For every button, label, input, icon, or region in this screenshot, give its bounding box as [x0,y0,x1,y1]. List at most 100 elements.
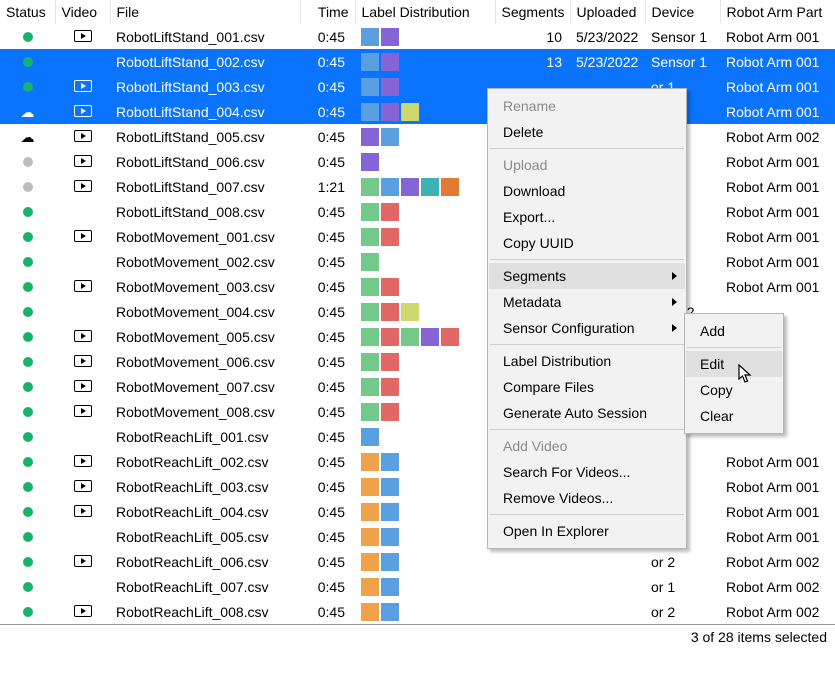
col-header-device[interactable]: Device [645,0,720,24]
play-video-icon[interactable] [74,480,92,492]
cell-time: 0:45 [300,149,355,174]
cell-status [0,549,55,574]
table-row[interactable]: RobotMovement_001.csv0:45or 1Robot Arm 0… [0,224,835,249]
cell-time: 0:45 [300,374,355,399]
status-ok-icon [23,332,33,342]
col-header-part[interactable]: Robot Arm Part [720,0,835,24]
cell-time: 0:45 [300,224,355,249]
table-row[interactable]: RobotReachLift_008.csv0:45or 2Robot Arm … [0,599,835,624]
table-row[interactable]: RobotReachLift_002.csv0:45or 4Robot Arm … [0,449,835,474]
col-header-labels[interactable]: Label Distribution [355,0,495,24]
sub-clear[interactable]: Clear [686,403,782,429]
ctx-sep [490,259,684,260]
play-video-icon[interactable] [74,30,92,42]
play-video-icon[interactable] [74,130,92,142]
cell-part: Robot Arm 001 [720,74,835,99]
context-menu[interactable]: Rename Delete Upload Download Export... … [487,88,687,549]
status-ok-icon [23,82,33,92]
segments-submenu[interactable]: Add Edit Copy Clear [684,313,784,434]
label-swatch [381,378,399,396]
ctx-segments[interactable]: Segments [489,263,685,289]
ctx-download[interactable]: Download [489,178,685,204]
table-row[interactable]: RobotMovement_003.csv0:45or 1Robot Arm 0… [0,274,835,299]
ctx-export[interactable]: Export... [489,204,685,230]
col-header-segments[interactable]: Segments [495,0,570,24]
table-row[interactable]: RobotLiftStand_008.csv0:45or 4Robot Arm … [0,199,835,224]
ctx-metadata[interactable]: Metadata [489,289,685,315]
cell-part: Robot Arm 001 [720,499,835,524]
ctx-rename[interactable]: Rename [489,93,685,119]
col-header-video[interactable]: Video [55,0,110,24]
label-swatch [361,453,379,471]
ctx-open-explorer[interactable]: Open In Explorer [489,518,685,544]
ctx-search-video[interactable]: Search For Videos... [489,459,685,485]
play-video-icon[interactable] [74,405,92,417]
play-video-icon[interactable] [74,505,92,517]
label-swatch [381,328,399,346]
cell-time: 0:45 [300,24,355,49]
play-video-icon[interactable] [74,230,92,242]
ctx-copy-uuid[interactable]: Copy UUID [489,230,685,256]
ctx-upload[interactable]: Upload [489,152,685,178]
play-video-icon[interactable] [74,455,92,467]
col-header-time[interactable]: Time [300,0,355,24]
table-row[interactable]: RobotReachLift_007.csv0:45or 1Robot Arm … [0,574,835,599]
ctx-generate-auto[interactable]: Generate Auto Session [489,400,685,426]
ctx-add-video[interactable]: Add Video [489,433,685,459]
label-swatch [381,178,399,196]
play-video-icon[interactable] [74,80,92,92]
status-ok-icon [23,507,33,517]
table-row[interactable]: RobotLiftStand_007.csv1:21or 4Robot Arm … [0,174,835,199]
col-header-status[interactable]: Status [0,0,55,24]
cell-video [55,324,110,349]
table-row[interactable]: RobotReachLift_005.csv0:45or 1Robot Arm … [0,524,835,549]
play-video-icon[interactable] [74,105,92,117]
cell-part: Robot Arm 002 [720,549,835,574]
cell-label-distribution [355,374,495,399]
chevron-right-icon [672,298,677,306]
table-row[interactable]: RobotReachLift_006.csv0:45or 2Robot Arm … [0,549,835,574]
table-row[interactable]: ☁RobotLiftStand_005.csv0:45or 2Robot Arm… [0,124,835,149]
label-swatch [381,228,399,246]
col-header-uploaded[interactable]: Uploaded [570,0,645,24]
table-row[interactable]: ☁RobotLiftStand_004.csv0:45or 1Robot Arm… [0,99,835,124]
sub-edit[interactable]: Edit [686,351,782,377]
label-swatch [361,178,379,196]
table-row[interactable]: RobotReachLift_003.csv0:45or 4Robot Arm … [0,474,835,499]
cell-status [0,399,55,424]
ctx-sep [490,514,684,515]
ctx-label-distribution[interactable]: Label Distribution [489,348,685,374]
table-row[interactable]: RobotLiftStand_006.csv0:45or 2Robot Arm … [0,149,835,174]
cloud-icon: ☁ [21,132,35,142]
play-video-icon[interactable] [74,330,92,342]
table-row[interactable]: RobotLiftStand_002.csv0:45135/23/2022Sen… [0,49,835,74]
cell-segments [495,574,570,599]
play-video-icon[interactable] [74,555,92,567]
sub-copy[interactable]: Copy [686,377,782,403]
cell-label-distribution [355,24,495,49]
table-row[interactable]: RobotReachLift_004.csv0:45or 2Robot Arm … [0,499,835,524]
cell-video [55,274,110,299]
ctx-remove-video[interactable]: Remove Videos... [489,485,685,511]
label-swatch [381,403,399,421]
table-row[interactable]: RobotMovement_002.csv0:45or 1Robot Arm 0… [0,249,835,274]
table-row[interactable]: RobotLiftStand_001.csv0:45105/23/2022Sen… [0,24,835,49]
play-video-icon[interactable] [74,355,92,367]
ctx-delete[interactable]: Delete [489,119,685,145]
play-video-icon[interactable] [74,180,92,192]
ctx-compare-files[interactable]: Compare Files [489,374,685,400]
status-ok-icon [23,382,33,392]
status-ok-icon [23,257,33,267]
table-row[interactable]: RobotLiftStand_003.csv0:45or 1Robot Arm … [0,74,835,99]
cell-status [0,174,55,199]
col-header-file[interactable]: File [110,0,300,24]
play-video-icon[interactable] [74,155,92,167]
label-swatch [381,28,399,46]
ctx-sensor-config[interactable]: Sensor Configuration [489,315,685,341]
play-video-icon[interactable] [74,605,92,617]
play-video-icon[interactable] [74,280,92,292]
cell-part: Robot Arm 002 [720,124,835,149]
cell-file: RobotMovement_005.csv [110,324,300,349]
sub-add[interactable]: Add [686,318,782,344]
play-video-icon[interactable] [74,380,92,392]
